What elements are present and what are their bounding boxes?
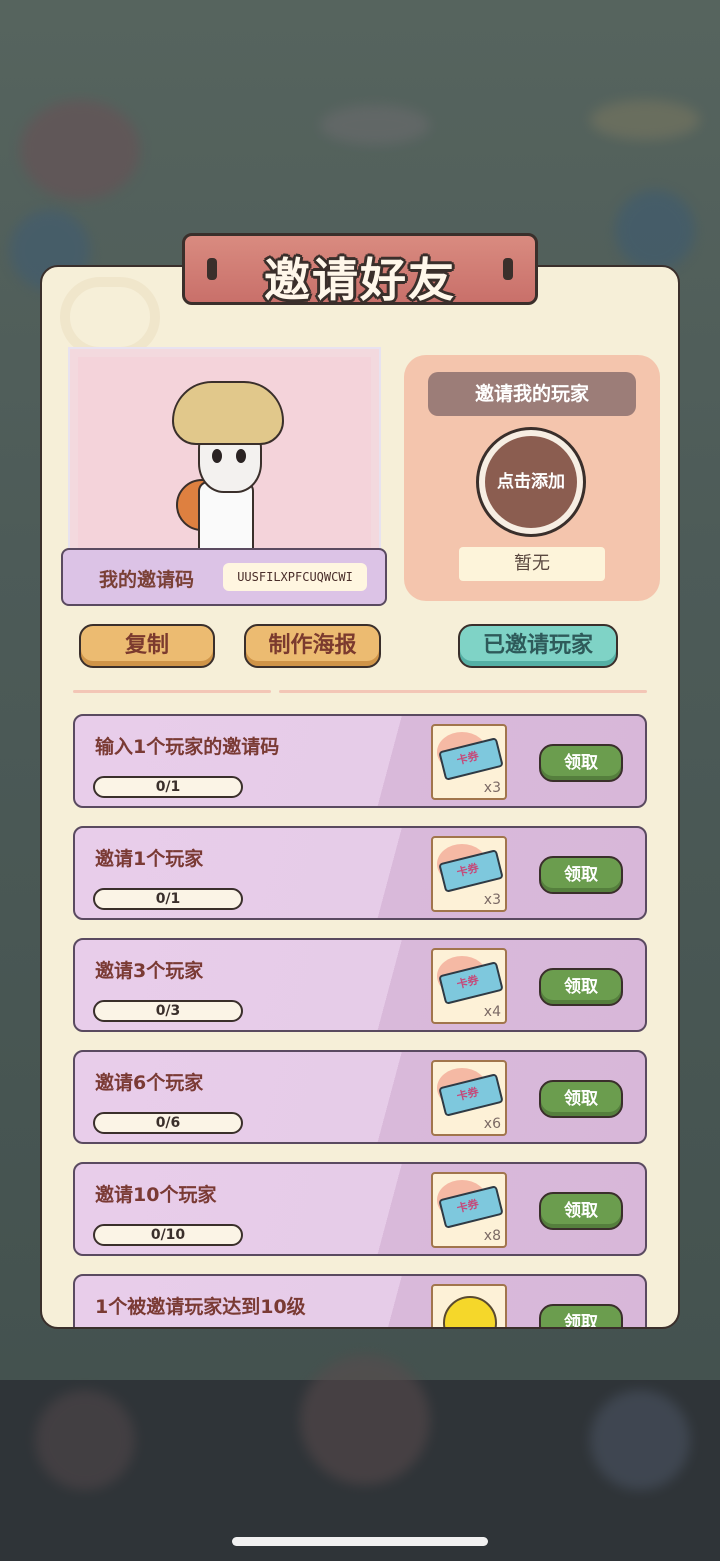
task-label: 邀请10个玩家 [95,1184,217,1206]
character-eye [236,449,246,463]
add-inviter-label: 点击添加 [485,436,577,528]
task-progress: 0/10 [93,1224,243,1246]
my-invite-code-value: UUSFILXPFCUQWCWI [223,563,367,591]
reward-quantity: x4 [483,1004,501,1020]
reward-quantity: x3 [483,780,501,796]
bg-blob [590,100,700,140]
reward-quantity: x3 [483,892,501,908]
task-row: 邀请1个玩家 0/1 卡券 x3 领取 [73,826,647,920]
ticket-text: 卡券 [455,973,480,992]
bg-blob [300,1355,430,1485]
claim-button[interactable]: 领取 [539,968,623,1006]
task-row: 1个被邀请玩家达到10级 领取 [73,1274,647,1327]
character-eye [212,449,222,463]
reward-item: 卡券 x3 [431,836,507,912]
claim-button[interactable]: 领取 [539,744,623,782]
task-label: 邀请6个玩家 [95,1072,204,1094]
home-indicator [232,1537,488,1546]
dialog-title: 邀请好友 [264,253,456,307]
ticket-text: 卡券 [455,861,480,880]
inviter-card: 邀请我的玩家 点击添加 暂无 [404,355,660,601]
claim-button[interactable]: 领取 [539,1080,623,1118]
reward-item: 卡券 x3 [431,724,507,800]
claim-button[interactable]: 领取 [539,1304,623,1327]
add-inviter-button[interactable]: 点击添加 [476,427,586,537]
bg-blob [35,1390,135,1490]
reward-item: 卡券 x4 [431,948,507,1024]
task-progress: 0/1 [93,776,243,798]
task-row: 输入1个玩家的邀请码 0/1 卡券 x3 领取 [73,714,647,808]
dialog-title-plate: 邀请好友 [182,233,538,307]
bg-blob [590,1390,690,1490]
ticket-text: 卡券 [455,1085,480,1104]
bg-blob [615,190,695,270]
bg-blob [20,100,140,200]
ticket-text: 卡券 [455,1197,480,1216]
inviter-status: 暂无 [459,547,605,581]
task-list-clip: 1个被邀请玩家达到10级 领取 [42,1270,678,1327]
ticket-text: 卡券 [455,749,480,768]
inviter-title: 邀请我的玩家 [428,372,636,416]
bg-blob [320,105,430,145]
invited-players-button[interactable]: 已邀请玩家 [458,624,618,668]
reward-item [431,1284,507,1327]
my-invite-code-label: 我的邀请码 [99,569,195,591]
reward-item: 卡券 x8 [431,1172,507,1248]
make-poster-button[interactable]: 制作海报 [244,624,381,668]
task-label: 1个被邀请玩家达到10级 [95,1296,306,1318]
divider-left [73,690,271,693]
cloud-decoration [60,277,160,357]
task-row: 邀请6个玩家 0/6 卡券 x6 领取 [73,1050,647,1144]
reward-item: 卡券 x6 [431,1060,507,1136]
divider-right [279,690,647,693]
claim-button[interactable]: 领取 [539,1192,623,1230]
task-progress: 0/3 [93,1000,243,1022]
coin-icon [443,1296,497,1327]
character-hair [172,381,284,445]
task-label: 邀请3个玩家 [95,960,204,982]
claim-button[interactable]: 领取 [539,856,623,894]
task-label: 邀请1个玩家 [95,848,204,870]
task-progress: 0/6 [93,1112,243,1134]
reward-quantity: x8 [483,1228,501,1244]
player-avatar-card [68,347,381,562]
copy-button[interactable]: 复制 [79,624,215,668]
reward-quantity: x6 [483,1116,501,1132]
task-label: 输入1个玩家的邀请码 [95,736,280,758]
task-row: 邀请10个玩家 0/10 卡券 x8 领取 [73,1162,647,1256]
task-row: 邀请3个玩家 0/3 卡券 x4 领取 [73,938,647,1032]
task-progress: 0/1 [93,888,243,910]
my-invite-code-bar: 我的邀请码 UUSFILXPFCUQWCWI [61,548,387,606]
